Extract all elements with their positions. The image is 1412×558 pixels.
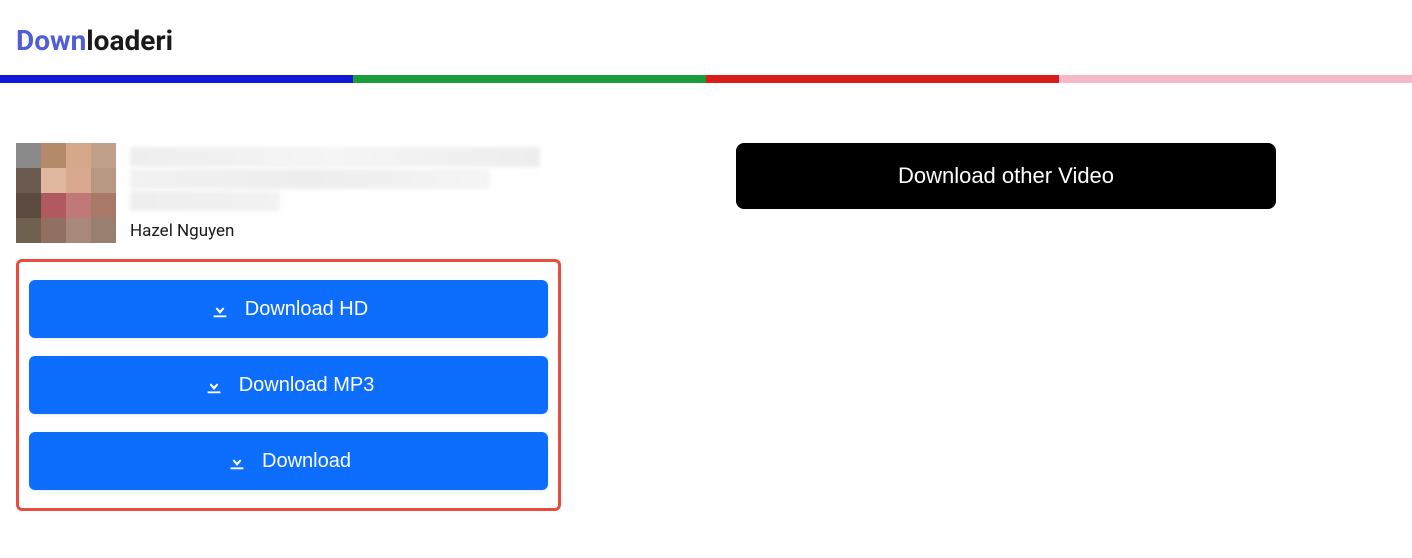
bar-pink: [1059, 75, 1412, 83]
video-meta: Hazel Nguyen: [130, 143, 540, 243]
bar-green: [353, 75, 706, 83]
logo-prefix: Down: [16, 24, 86, 57]
video-title-line-2: [130, 169, 490, 189]
video-info: Hazel Nguyen: [16, 143, 576, 243]
download-button[interactable]: Download: [29, 432, 548, 490]
bar-blue: [0, 75, 353, 83]
logo[interactable]: Downloaderi: [16, 24, 1396, 57]
download-other-label: Download other Video: [898, 163, 1114, 189]
header: Downloaderi: [0, 0, 1412, 75]
video-author: Hazel Nguyen: [130, 221, 540, 241]
color-bar: [0, 75, 1412, 83]
download-other-video-button[interactable]: Download other Video: [736, 143, 1276, 209]
download-icon: [209, 298, 231, 320]
download-mp3-button[interactable]: Download MP3: [29, 356, 548, 414]
video-title-line-3: [130, 191, 280, 211]
content: Hazel Nguyen Download HD Download MP3: [0, 83, 1412, 527]
logo-suffix: loaderi: [86, 24, 173, 57]
download-button-group: Download HD Download MP3 Download: [16, 259, 561, 511]
left-column: Hazel Nguyen Download HD Download MP3: [16, 143, 576, 511]
download-label: Download: [262, 450, 351, 473]
download-hd-label: Download HD: [245, 298, 368, 321]
download-mp3-label: Download MP3: [239, 374, 375, 397]
video-title-line-1: [130, 147, 540, 167]
download-hd-button[interactable]: Download HD: [29, 280, 548, 338]
right-column: Download other Video: [616, 143, 1396, 511]
video-thumbnail: [16, 143, 116, 243]
download-icon: [203, 374, 225, 396]
bar-red: [706, 75, 1059, 83]
download-icon: [226, 450, 248, 472]
